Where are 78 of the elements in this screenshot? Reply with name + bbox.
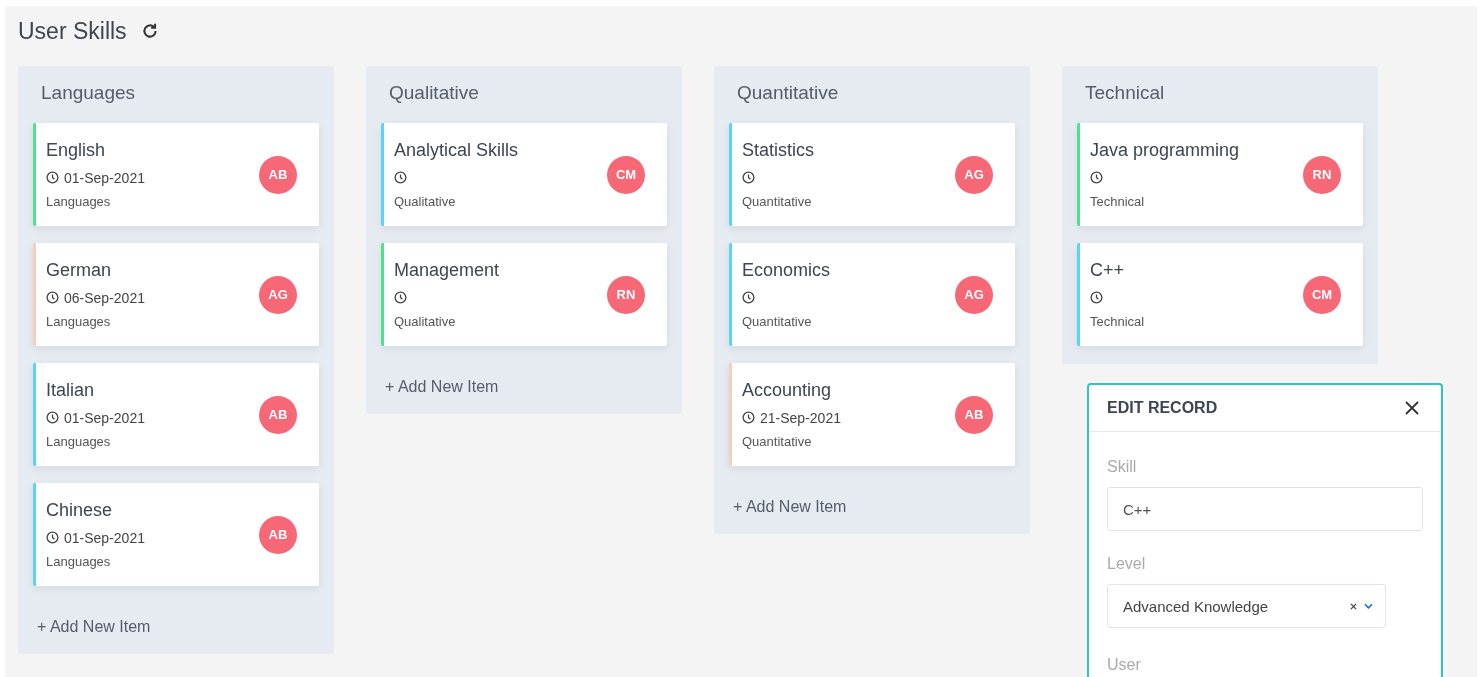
- chevron-down-icon[interactable]: [1364, 603, 1373, 609]
- add-item-link[interactable]: + Add New Item: [381, 363, 499, 396]
- user-avatar: AB: [259, 515, 297, 554]
- column-title: Technical: [1084, 82, 1166, 105]
- card-category: Qualitative: [394, 194, 457, 209]
- clock-icon: [46, 291, 59, 304]
- close-icon[interactable]: [1405, 401, 1419, 415]
- skill-input[interactable]: C++: [1107, 487, 1423, 531]
- card-category: Languages: [46, 434, 112, 449]
- card-category: Languages: [46, 314, 112, 329]
- clock-icon: [46, 531, 59, 544]
- clock-icon: [1090, 171, 1103, 184]
- level-dropdown[interactable]: Advanced Knowledge: [1107, 584, 1386, 628]
- card-date: 01-Sep-2021: [64, 409, 145, 426]
- card-category: Quantitative: [742, 194, 813, 209]
- card-category: Quantitative: [742, 314, 813, 329]
- clock-icon: [742, 291, 755, 304]
- skill-card[interactable]: Italian 01-Sep-2021 Languages AB: [33, 363, 319, 466]
- card-date: 06-Sep-2021: [64, 289, 145, 306]
- field-label: Level: [1107, 555, 1146, 573]
- card-title: Statistics: [742, 140, 815, 161]
- user-avatar: AB: [259, 155, 297, 194]
- card-title: Analytical Skills: [394, 140, 519, 161]
- card-title: Italian: [46, 380, 96, 401]
- user-avatar: AB: [259, 395, 297, 434]
- add-item-link[interactable]: + Add New Item: [729, 483, 847, 516]
- clock-icon: [1090, 291, 1103, 304]
- card-title: C++: [1090, 260, 1126, 281]
- user-avatar: AG: [955, 275, 993, 314]
- clock-icon: [46, 171, 59, 184]
- clock-icon: [394, 291, 407, 304]
- card-title: English: [46, 140, 107, 161]
- user-avatar: AB: [955, 395, 993, 434]
- skill-card[interactable]: German 06-Sep-2021 Languages AG: [33, 243, 319, 346]
- card-title: Economics: [742, 260, 831, 281]
- card-category: Qualitative: [394, 314, 457, 329]
- card-date: 01-Sep-2021: [64, 529, 145, 546]
- column-title: Quantitative: [736, 82, 840, 105]
- card-category: Quantitative: [742, 434, 813, 449]
- user-avatar: CM: [1303, 275, 1341, 314]
- skill-card[interactable]: Economics Quantitative AG: [729, 243, 1015, 346]
- card-date: 21-Sep-2021: [760, 409, 841, 426]
- clock-icon: [394, 171, 407, 184]
- skill-card[interactable]: Analytical Skills Qualitative CM: [381, 123, 667, 226]
- page-title: User Skills: [18, 17, 127, 45]
- skill-card[interactable]: C++ Technical CM: [1077, 243, 1363, 346]
- card-title: German: [46, 260, 113, 281]
- field-label: User: [1107, 656, 1141, 674]
- clock-icon: [742, 171, 755, 184]
- clock-icon: [742, 411, 755, 424]
- add-item-link[interactable]: + Add New Item: [33, 603, 151, 636]
- card-title: Java programming: [1090, 140, 1240, 161]
- clear-icon[interactable]: [1350, 602, 1357, 610]
- column-title: Qualitative: [388, 82, 480, 105]
- card-category: Languages: [46, 554, 112, 569]
- user-avatar: RN: [1303, 155, 1341, 194]
- skill-card[interactable]: Statistics Quantitative AG: [729, 123, 1015, 226]
- card-title: Management: [394, 260, 500, 281]
- card-category: Technical: [1090, 314, 1145, 329]
- dialog-title: EDIT RECORD: [1107, 399, 1218, 417]
- card-category: Languages: [46, 194, 112, 209]
- skill-card[interactable]: English 01-Sep-2021 Languages AB: [33, 123, 319, 226]
- user-avatar: AG: [955, 155, 993, 194]
- card-title: Chinese: [46, 500, 114, 521]
- skill-card[interactable]: Java programming Technical RN: [1077, 123, 1363, 226]
- refresh-icon[interactable]: [140, 22, 159, 40]
- user-avatar: RN: [607, 275, 645, 314]
- card-date: 01-Sep-2021: [64, 169, 145, 186]
- skill-card[interactable]: Chinese 01-Sep-2021 Languages AB: [33, 483, 319, 586]
- user-avatar: AG: [259, 275, 297, 314]
- field-label: Skill: [1107, 458, 1137, 476]
- card-category: Technical: [1090, 194, 1146, 209]
- column-title: Languages: [40, 82, 137, 105]
- clock-icon: [46, 411, 59, 424]
- user-avatar: CM: [607, 155, 645, 194]
- skill-card[interactable]: Management Qualitative RN: [381, 243, 667, 346]
- card-title: Accounting: [742, 380, 833, 401]
- skill-card[interactable]: Accounting 21-Sep-2021 Quantitative AB: [729, 363, 1015, 466]
